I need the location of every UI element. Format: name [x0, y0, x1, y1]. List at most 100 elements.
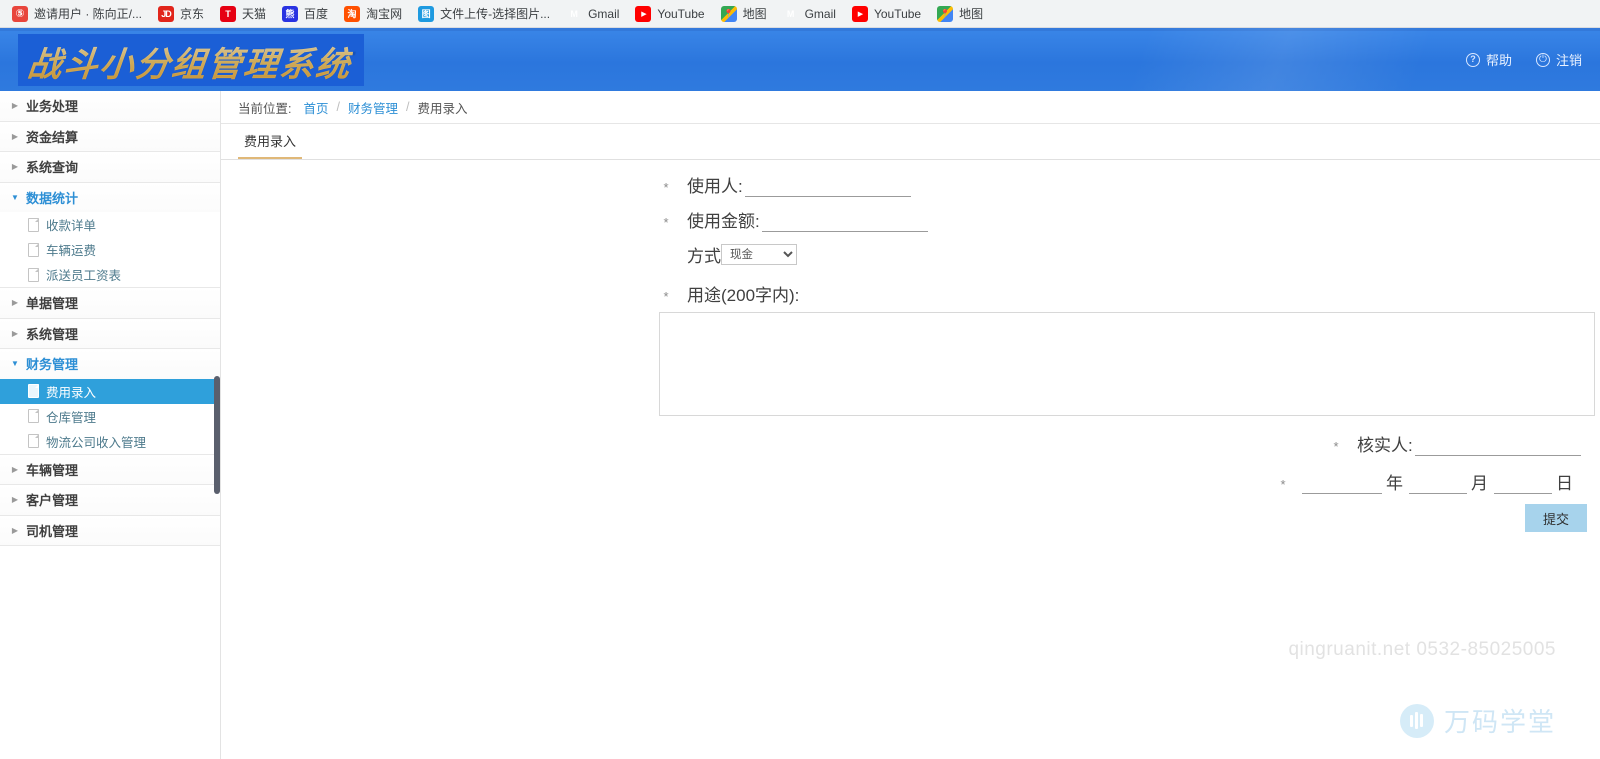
- user-input[interactable]: [744, 178, 911, 197]
- bookmark-item[interactable]: 地图: [715, 2, 775, 25]
- question-circle-icon: [1465, 52, 1480, 67]
- sidebar-item-label: 收款详单: [46, 219, 97, 233]
- tab-bar: 费用录入: [221, 124, 1600, 160]
- sidebar-item-label: 派送员工资表: [46, 269, 122, 283]
- logout-button[interactable]: 注销: [1535, 50, 1582, 69]
- tmall-icon: T: [220, 5, 237, 22]
- bookmark-item[interactable]: JD 京东: [152, 2, 212, 25]
- breadcrumb-separator-2: /: [406, 100, 410, 114]
- sidebar-group: ▶ 业务处理: [0, 91, 220, 122]
- sidebar-group: ▶ 系统查询: [0, 152, 220, 183]
- date-month-input[interactable]: [1409, 475, 1467, 494]
- watermark-contact: qingruanit.net 0532-85025005: [1288, 639, 1556, 660]
- user-required-star: *: [663, 180, 669, 195]
- chevron-right-icon: ▶: [11, 101, 19, 111]
- bookmark-item[interactable]: 图文件上传-选择图片...: [412, 2, 558, 25]
- date-day-input[interactable]: [1494, 475, 1552, 494]
- purpose-textarea[interactable]: [659, 312, 1595, 416]
- method-label: 方式: [687, 247, 721, 266]
- chevron-down-icon: ▼: [11, 359, 19, 369]
- chevron-right-icon: ▶: [11, 525, 19, 535]
- document-icon: [28, 384, 39, 398]
- main-content: 当前位置: 首页 / 财务管理 / 费用录入 费用录入 * 使用人: * 使用金…: [221, 91, 1600, 759]
- sidebar-group-8[interactable]: ▶ 客户管理: [0, 485, 220, 515]
- logout-label: 注销: [1555, 53, 1582, 68]
- chevron-down-icon: ▼: [11, 192, 19, 202]
- bookmark-item[interactable]: T 天猫: [214, 2, 274, 25]
- bookmark-label: 邀请用户 · 陈向正/...: [34, 7, 143, 21]
- sidebar-item[interactable]: 收款详单: [0, 212, 220, 237]
- bookmark-item[interactable]: 地图: [931, 2, 991, 25]
- sidebar-group-1[interactable]: ▶ 资金结算: [0, 121, 220, 151]
- sidebar-item-label: 费用录入: [46, 385, 97, 400]
- app-logo-text: 战斗小分组管理系统: [25, 37, 354, 86]
- chevron-right-icon: ▶: [11, 495, 19, 505]
- breadcrumb-section-link[interactable]: 财务管理: [348, 98, 398, 117]
- watermark-brand: 万码学堂: [1399, 702, 1556, 739]
- sidebar-group-5[interactable]: ▶ 系统管理: [0, 318, 220, 348]
- bookmark-item[interactable]: M Gmail: [777, 3, 844, 25]
- date-year-input[interactable]: [1302, 475, 1382, 494]
- sidebar-item[interactable]: 派送员工资表: [0, 262, 220, 287]
- help-label: 帮助: [1485, 53, 1512, 68]
- page-shell: ▶ 业务处理 ▶ 资金结算 ▶ 系统查询 ▼ 数据统计 收款详单 车辆运费 派送员工资表 ▶ 单据管理 ▶…: [0, 91, 1600, 759]
- method-select[interactable]: 现金: [721, 244, 797, 265]
- sidebar-scrollbar-thumb[interactable]: [214, 376, 220, 494]
- breadcrumb-separator-1: /: [336, 100, 340, 114]
- sidebar-group-7[interactable]: ▶ 车辆管理: [0, 454, 220, 484]
- browser-bookmark-bar: 邀请用户 · 陈向正/... JD京东T天猫熊百度淘淘宝网图文件上传-选择图片..…: [0, 0, 1600, 28]
- brand-name: 万码学堂: [1443, 707, 1556, 737]
- sidebar-nav: ▶ 业务处理 ▶ 资金结算 ▶ 系统查询 ▼ 数据统计 收款详单 车辆运费 派送员工资表 ▶ 单据管理 ▶…: [0, 91, 221, 759]
- gmail-icon: M: [570, 8, 578, 19]
- baidu-icon: 熊: [282, 5, 299, 22]
- chevron-right-icon: ▶: [11, 298, 19, 308]
- sidebar-group-label: 系统管理: [26, 326, 79, 342]
- bookmark-label: YouTube: [657, 6, 705, 21]
- bookmark-label: 百度: [304, 7, 329, 21]
- sidebar-item[interactable]: 仓库管理: [0, 404, 220, 429]
- amount-input[interactable]: [761, 213, 928, 232]
- sidebar-item[interactable]: 车辆运费: [0, 237, 220, 262]
- sidebar-group-9[interactable]: ▶ 司机管理: [0, 515, 220, 545]
- help-button[interactable]: 帮助: [1465, 50, 1512, 69]
- sidebar-group-3[interactable]: ▼ 数据统计: [0, 182, 220, 212]
- sidebar-group-2[interactable]: ▶ 系统查询: [0, 152, 220, 182]
- bookmark-item[interactable]: M Gmail: [560, 3, 627, 25]
- sidebar-group-0[interactable]: ▶ 业务处理: [0, 91, 220, 121]
- sidebar-group: ▶ 系统管理: [0, 318, 220, 349]
- sidebar-group: ▶ 资金结算: [0, 121, 220, 152]
- sidebar-group-label: 单据管理: [26, 296, 79, 312]
- breadcrumb-home-link[interactable]: 首页: [303, 98, 328, 117]
- date-year-label: 年: [1386, 474, 1403, 493]
- sidebar-group-label: 数据统计: [26, 190, 79, 206]
- purpose-required-star: *: [663, 289, 669, 304]
- bookmark-label: 地图: [959, 7, 984, 21]
- chevron-right-icon: ▶: [11, 464, 19, 474]
- sidebar-group-4[interactable]: ▶ 单据管理: [0, 288, 220, 318]
- document-icon: [28, 242, 39, 257]
- bookmark-label: 地图: [742, 7, 767, 21]
- sidebar-group-label: 车辆管理: [26, 462, 79, 478]
- breadcrumb-current: 费用录入: [417, 101, 468, 116]
- sidebar-group-6[interactable]: ▼ 财务管理: [0, 349, 220, 379]
- bookmark-label: Gmail: [804, 6, 836, 21]
- sidebar-group-label: 客户管理: [26, 493, 79, 509]
- maps-icon: [720, 5, 737, 22]
- sidebar-group-label: 系统查询: [26, 160, 79, 176]
- submit-button[interactable]: 提交: [1525, 504, 1587, 532]
- bookmark-item[interactable]: 邀请用户 · 陈向正/...: [6, 2, 150, 25]
- document-icon: [28, 217, 39, 232]
- bookmark-item[interactable]: 淘淘宝网: [338, 2, 410, 25]
- youtube-icon: [635, 5, 652, 22]
- sidebar-item[interactable]: 物流公司收入管理: [0, 429, 220, 454]
- sidebar-item-active[interactable]: 费用录入: [0, 378, 220, 404]
- verifier-label: 核实人:: [1357, 436, 1413, 455]
- bookmark-item[interactable]: YouTube: [846, 3, 929, 25]
- verifier-input[interactable]: [1414, 437, 1581, 456]
- header-actions: 帮助 注销: [1465, 28, 1582, 91]
- bookmark-item[interactable]: YouTube: [629, 3, 712, 25]
- bookmark-item[interactable]: 熊百度: [276, 2, 336, 25]
- tab-expense-entry[interactable]: 费用录入: [238, 131, 303, 159]
- document-icon: [28, 267, 39, 282]
- sidebar-group: ▶ 司机管理: [0, 515, 220, 546]
